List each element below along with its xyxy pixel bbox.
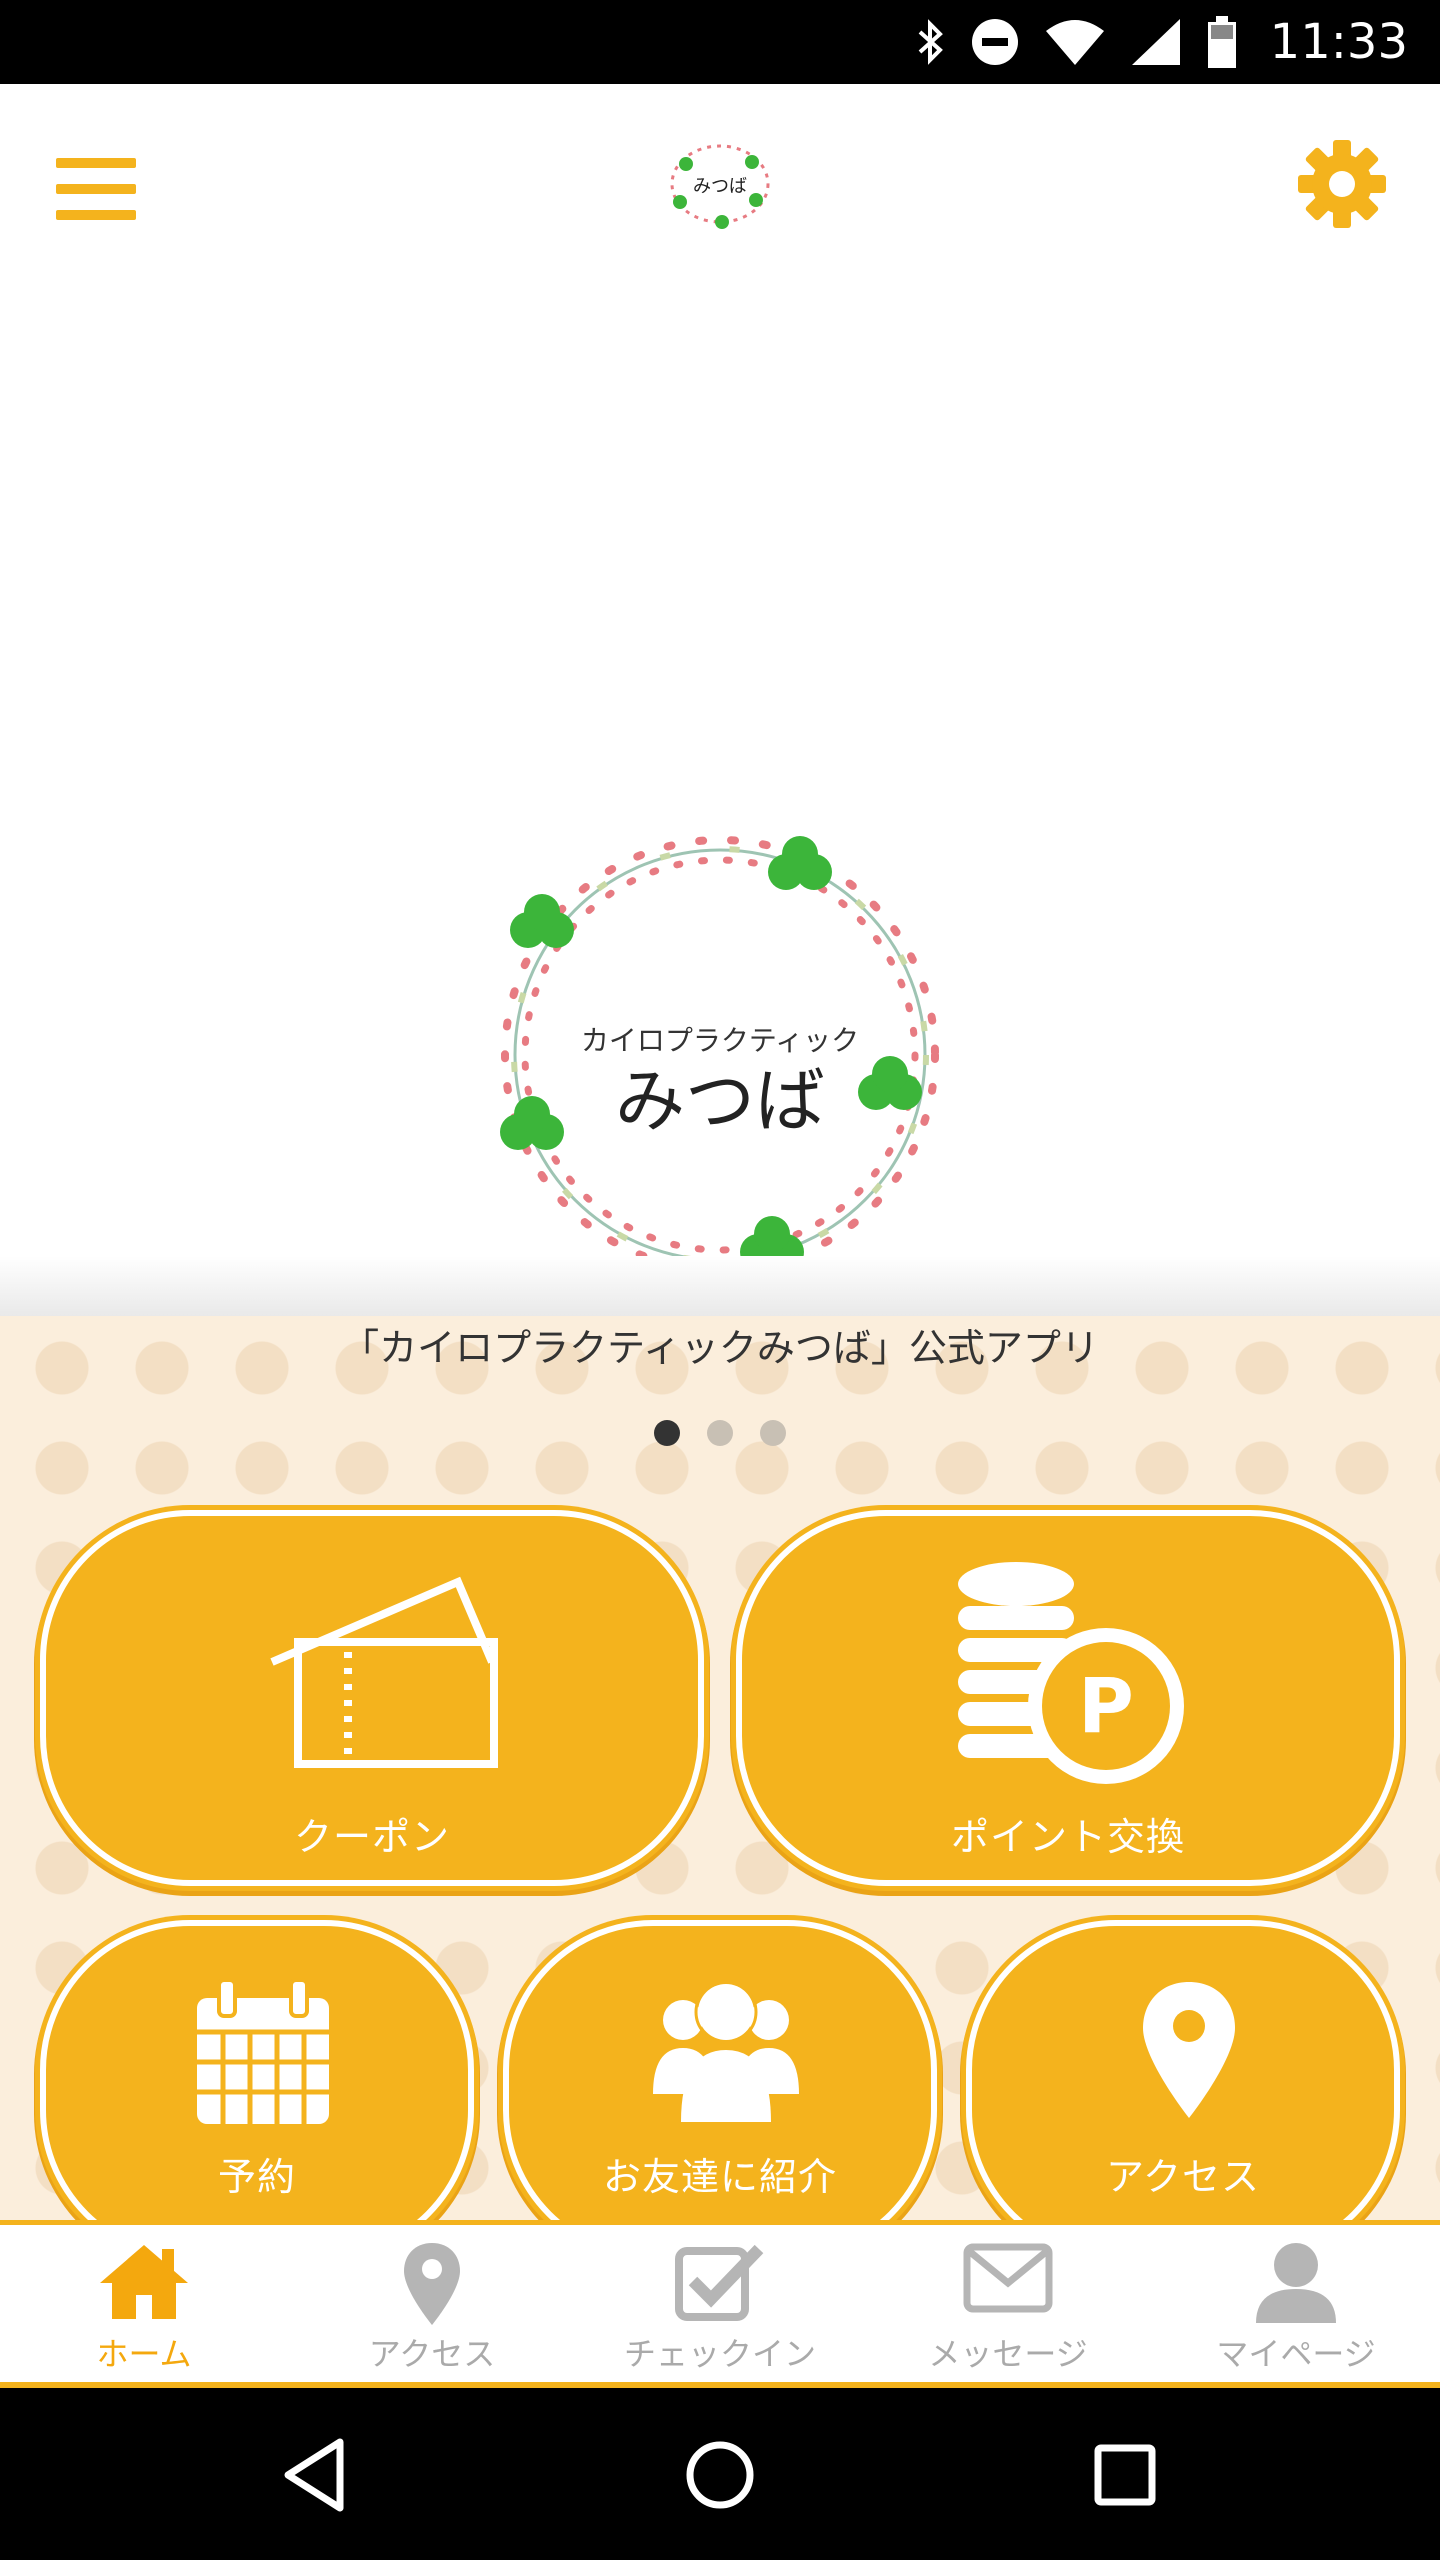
nav-mypage-label: マイページ [1216,2335,1376,2373]
app-header: みつば [0,84,1440,280]
hero-logo: カイロプラクティック みつば [470,800,970,1300]
reservation-label: 予約 [217,2155,296,2199]
bluetooth-icon [918,19,943,65]
hero-divider [0,1256,1440,1316]
point-exchange-label: ポイント交換 [950,1815,1185,1859]
group-icon [653,1980,799,2122]
ticket-icon [270,1576,498,1768]
home-system-button[interactable] [675,2430,765,2520]
map-pin-icon [1143,1982,1235,2118]
reservation-button[interactable]: 予約 [40,1920,474,2220]
hero-logo-title: みつば [615,1060,825,1142]
wifi-icon [1045,20,1104,65]
envelope-icon [963,2243,1053,2313]
access-label: アクセス [1105,2155,1261,2199]
person-icon [1256,2243,1336,2323]
slider-pagination [0,1420,1440,1460]
nav-access[interactable]: アクセス [288,2225,576,2382]
coupon-button[interactable]: クーポン [40,1510,704,1886]
recents-square-icon [1094,2444,1156,2506]
nav-home[interactable]: ホーム [0,2225,288,2382]
bottom-navigation: ホーム アクセス チェックイン メッセージ マイページ [0,2220,1440,2388]
nav-access-label: アクセス [368,2335,496,2373]
header-logo-text: みつば [693,176,747,197]
hero-logo-subtitle: カイロプラクティック [581,1024,859,1057]
status-bar: 11:33 [0,0,1440,84]
hamburger-menu-button[interactable] [48,144,148,240]
access-button[interactable]: アクセス [966,1920,1400,2220]
nav-checkin-label: チェックイン [623,2335,816,2373]
system-navigation-bar [0,2388,1440,2560]
signal-icon [1131,19,1180,65]
hamburger-menu-icon [56,158,136,220]
settings-button[interactable] [1292,134,1392,234]
home-icon [100,2245,188,2319]
coupon-label: クーポン [293,1815,450,1859]
nav-home-label: ホーム [96,2335,192,2373]
nav-mypage[interactable]: マイページ [1152,2225,1440,2382]
back-triangle-icon [284,2438,344,2512]
back-button[interactable] [270,2430,360,2520]
friend-referral-label: お友達に紹介 [602,2155,837,2199]
nav-message[interactable]: メッセージ [864,2225,1152,2382]
calendar-icon [197,1978,329,2124]
slider-caption: 「カイロプラクティックみつば」公式アプリ [341,1326,1099,1370]
header-logo: みつば [660,136,780,232]
do-not-disturb-icon [971,19,1018,65]
checkbox-icon [675,2244,764,2321]
home-circle-icon [686,2441,754,2509]
pagination-dot-1[interactable] [653,1420,680,1446]
nav-checkin[interactable]: チェックイン [576,2225,864,2382]
recents-button[interactable] [1080,2430,1170,2520]
gear-icon [1298,140,1386,228]
home-content: 「カイロプラクティックみつば」公式アプリ クーポン P ポイント交換 予約 お友… [0,1316,1440,2220]
status-time: 11:33 [1269,14,1408,70]
friend-referral-button[interactable]: お友達に紹介 [503,1920,937,2220]
pagination-dot-2[interactable] [707,1420,733,1446]
coins-point-icon: P [958,1562,1184,1784]
pagination-dot-3[interactable] [760,1420,787,1446]
map-pin-icon [404,2243,460,2325]
hero-banner[interactable]: カイロプラクティック みつば [0,280,1440,1316]
svg-text:P: P [1078,1661,1134,1750]
nav-message-label: メッセージ [928,2335,1088,2373]
battery-icon [1207,16,1236,68]
point-exchange-button[interactable]: P ポイント交換 [736,1510,1400,1886]
